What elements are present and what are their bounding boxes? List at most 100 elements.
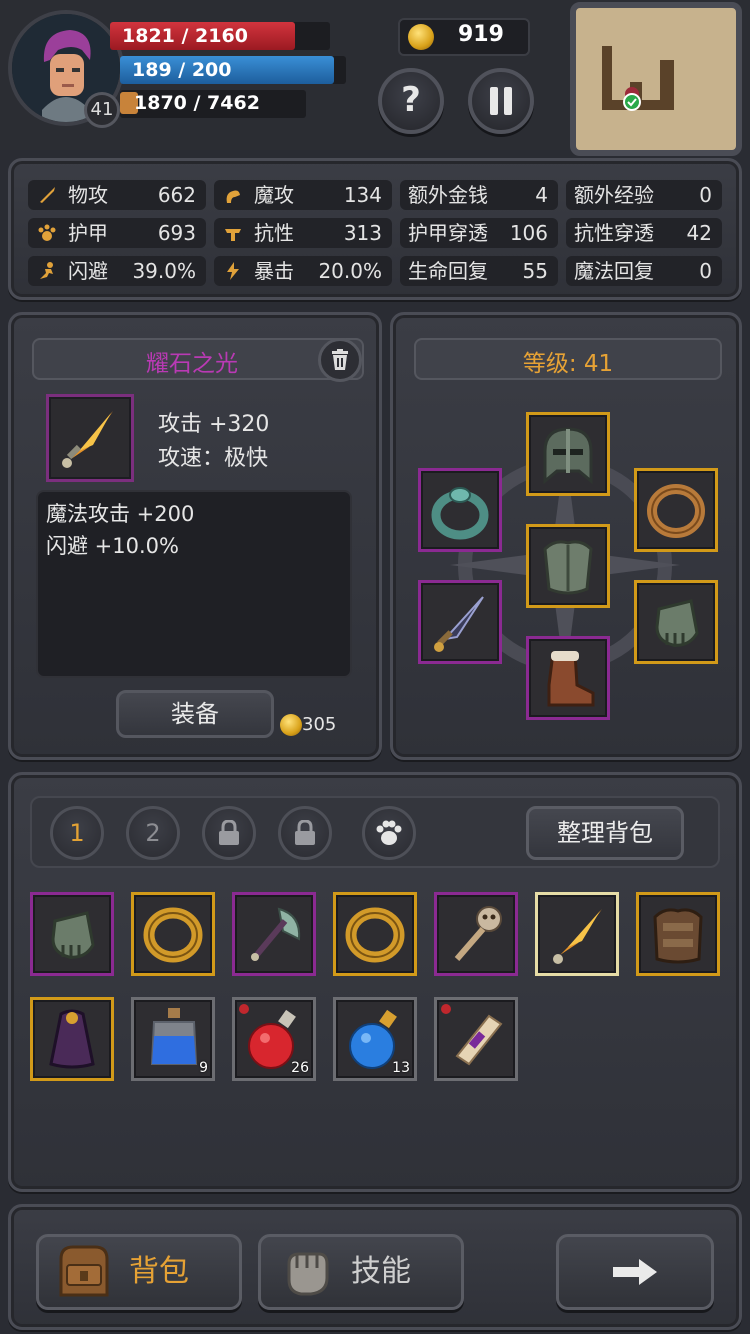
item-count: 9	[199, 1060, 208, 1076]
inventory-slot[interactable]: 26	[232, 997, 316, 1081]
magic-icon	[226, 190, 240, 203]
lock-icon	[219, 819, 239, 845]
xp-text: 1870 / 7462	[134, 92, 260, 114]
stat-2: 魔攻 134	[214, 180, 392, 210]
hp-bar: 1821 / 2160	[110, 22, 295, 50]
skill-label: 技能	[351, 1254, 411, 1289]
stat-value: 313	[343, 221, 382, 245]
gold-coin-icon	[408, 24, 434, 50]
stat-label: 额外经验	[574, 183, 654, 207]
tab-2[interactable]: 2	[126, 806, 180, 860]
inventory-slot[interactable]	[232, 892, 316, 976]
stat-label: 额外金钱	[408, 183, 488, 207]
purple-cloak-icon	[49, 1009, 95, 1069]
inventory-slot[interactable]	[30, 997, 114, 1081]
gold-ring-icon	[143, 907, 203, 963]
stat-value: 4	[535, 183, 548, 207]
stat-6: 抗性 313	[214, 218, 392, 248]
stat-value: 55	[522, 259, 548, 283]
inventory-slot[interactable]	[434, 892, 518, 976]
equip-slot-chest[interactable]	[526, 524, 610, 608]
inventory-slot[interactable]	[535, 892, 619, 976]
equip-slot-boots[interactable]	[526, 636, 610, 720]
inventory-slot[interactable]: 9	[131, 997, 215, 1081]
stat-label: 魔攻	[254, 183, 294, 207]
blue-potion-icon	[150, 1008, 198, 1065]
inventory-slot[interactable]	[434, 997, 518, 1081]
sort-bag-button[interactable]: 整理背包	[526, 806, 684, 860]
mp-bar: 189 / 200	[120, 56, 334, 84]
stat-label: 物攻	[68, 183, 108, 207]
discard-button[interactable]	[318, 338, 362, 382]
item-name: 耀石之光	[146, 351, 238, 377]
equip-slot-helmet[interactable]	[526, 412, 610, 496]
stat-value: 0	[699, 259, 712, 283]
tab-1-label: 1	[69, 819, 85, 847]
new-item-dot	[441, 1004, 451, 1014]
flame-dagger-icon	[62, 411, 113, 468]
selected-item-icon-frame	[46, 394, 134, 482]
stat-value: 20.0%	[318, 259, 382, 283]
help-label: ?	[401, 80, 421, 120]
stat-10: 暴击 20.0%	[214, 256, 392, 286]
stat-label: 抗性	[254, 221, 294, 245]
stat-label: 抗性穿透	[574, 221, 654, 245]
level-badge: 41	[84, 92, 120, 128]
equip-slot-ring-right[interactable]	[634, 468, 718, 552]
stat-4: 额外经验 0	[566, 180, 722, 210]
tab-locked-3[interactable]	[202, 806, 256, 860]
equip-slot-gloves[interactable]	[634, 580, 718, 664]
tab-1[interactable]: 1	[50, 806, 104, 860]
stat-value: 693	[157, 221, 196, 245]
gold-ring-icon	[345, 907, 405, 963]
crit-icon	[227, 262, 239, 280]
helmet-icon	[543, 427, 593, 485]
item-price: 305	[302, 714, 337, 735]
bag-button[interactable]: 背包	[36, 1234, 242, 1310]
new-item-dot	[239, 1004, 249, 1014]
price-coin-icon	[280, 714, 302, 736]
leather-armor-icon	[653, 908, 703, 964]
flame-dagger-icon	[553, 909, 602, 964]
gold-value: 919	[458, 22, 504, 47]
stat-3: 额外金钱 4	[400, 180, 558, 210]
help-button[interactable]: ?	[378, 68, 444, 134]
stat-label: 护甲穿透	[408, 221, 488, 245]
stat-9: 闪避 39.0%	[28, 256, 206, 286]
equip-button[interactable]: 装备	[116, 690, 274, 738]
stat-11: 生命回复 55	[400, 256, 558, 286]
equip-slot-ring-left[interactable]	[418, 468, 502, 552]
stat-7: 护甲穿透 106	[400, 218, 558, 248]
equip-slot-weapon[interactable]	[418, 580, 502, 664]
skill-button[interactable]: 技能	[258, 1234, 464, 1310]
pause-button[interactable]	[468, 68, 534, 134]
sword-icon	[40, 187, 55, 203]
inventory-slot[interactable]	[131, 892, 215, 976]
dark-dagger-icon	[434, 596, 484, 652]
bag-label: 背包	[129, 1254, 189, 1289]
paw-icon	[376, 820, 402, 845]
tab-pet[interactable]	[362, 806, 416, 860]
stat-label: 暴击	[254, 259, 294, 283]
minimap-icon	[602, 46, 674, 111]
inventory-slot[interactable]	[636, 892, 720, 976]
inventory-slot[interactable]: 13	[333, 997, 417, 1081]
item-attack: 攻击 +320	[158, 412, 270, 437]
stat-value: 42	[686, 221, 712, 245]
gauntlet-icon	[51, 911, 95, 959]
fist-icon	[287, 1252, 329, 1296]
inventory-slot[interactable]	[30, 892, 114, 976]
inventory-slot[interactable]	[333, 892, 417, 976]
stat-1: 物攻 662	[28, 180, 206, 210]
stat-value: 106	[509, 221, 548, 245]
item-bonus-2: 闪避 +10.0%	[46, 534, 179, 558]
teal-ring-icon	[431, 487, 489, 540]
scroll-icon	[455, 1014, 503, 1066]
minimap[interactable]	[570, 2, 742, 156]
mp-text: 189 / 200	[132, 59, 232, 81]
item-count: 13	[392, 1060, 410, 1076]
tab-locked-4[interactable]	[278, 806, 332, 860]
stat-8: 抗性穿透 42	[566, 218, 722, 248]
stat-label: 护甲	[68, 221, 108, 245]
next-button[interactable]	[556, 1234, 714, 1310]
